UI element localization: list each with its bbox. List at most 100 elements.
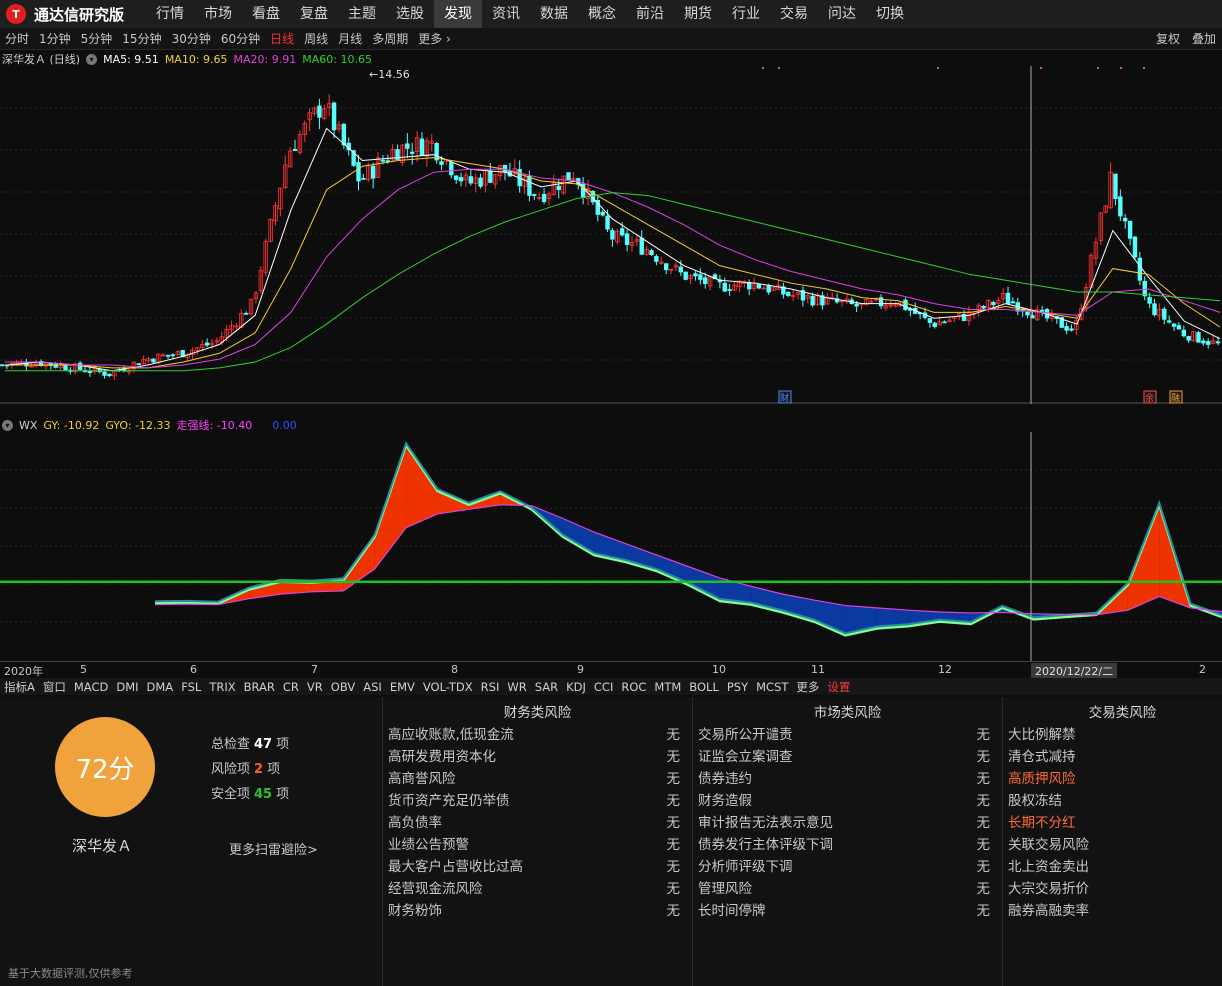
menu-item-9[interactable]: 概念: [578, 0, 626, 28]
app-logo-icon[interactable]: T: [6, 4, 26, 24]
indicator-tab-18[interactable]: CCI: [590, 680, 617, 694]
indicator-tab-11[interactable]: ASI: [359, 680, 386, 694]
risk-row[interactable]: 交易所公开谴责 无: [698, 723, 1002, 745]
menu-item-7[interactable]: 资讯: [482, 0, 530, 28]
menu-item-6[interactable]: 发现: [434, 0, 483, 28]
risk-row[interactable]: 财务粉饰 无: [388, 899, 692, 921]
menu-item-10[interactable]: 前沿: [626, 0, 674, 28]
indicator-tab-23[interactable]: MCST: [752, 680, 792, 694]
menu-item-14[interactable]: 问达: [818, 0, 866, 28]
indicator-tab-3[interactable]: DMI: [112, 680, 142, 694]
risk-row[interactable]: 长时间停牌 无: [698, 899, 1002, 921]
indicator-tab-19[interactable]: ROC: [617, 680, 650, 694]
risk-column-1: 市场类风险 交易所公开谴责无证监会立案调查无债券违约无财务造假无审计报告无法表示意…: [693, 697, 1003, 986]
risk-row[interactable]: 股权冻结无: [1008, 789, 1222, 811]
menu-item-15[interactable]: 切换: [866, 0, 914, 28]
indicator-tab-12[interactable]: EMV: [386, 680, 419, 694]
indicator-tab-16[interactable]: SAR: [531, 680, 562, 694]
toolbar-right-0[interactable]: 复权: [1150, 30, 1186, 47]
candle-body: [991, 301, 996, 306]
risk-row[interactable]: 高应收账款,低现金流 无: [388, 723, 692, 745]
risk-row[interactable]: 分析师评级下调 无: [698, 855, 1002, 877]
candle-body: [654, 255, 659, 262]
menu-item-3[interactable]: 复盘: [290, 0, 338, 28]
indicator-toggle-icon[interactable]: ▾: [2, 419, 13, 431]
indicator-tab-2[interactable]: MACD: [70, 680, 112, 694]
risk-row[interactable]: 大宗交易折价无: [1008, 877, 1222, 899]
indicator-tab-25[interactable]: 设置: [823, 679, 854, 695]
risk-row[interactable]: 货币资产充足仍举债 无: [388, 789, 692, 811]
legend-toggle-icon[interactable]: ▾: [86, 53, 98, 65]
kline-chart[interactable]: ←14.56 财 余 融: [0, 66, 1222, 404]
risk-row[interactable]: 财务造假 无: [698, 789, 1002, 811]
risk-row[interactable]: 业绩公告预警 无: [388, 833, 692, 855]
candle-body: [786, 291, 791, 297]
period-4[interactable]: 30分钟: [167, 30, 216, 47]
menu-item-12[interactable]: 行业: [722, 0, 770, 28]
risk-row[interactable]: 高商誉风险 无: [388, 767, 692, 789]
indicator-tab-5[interactable]: FSL: [177, 680, 205, 694]
toolbar-right-1[interactable]: 叠加: [1186, 30, 1222, 47]
risk-row[interactable]: 证监会立案调查 无: [698, 745, 1002, 767]
more-scan-link[interactable]: 更多扫雷避险>: [229, 839, 318, 858]
risk-row[interactable]: 高质押风险✕: [1008, 767, 1222, 789]
wx-indicator-chart[interactable]: [0, 432, 1222, 661]
risk-row[interactable]: 北上资金卖出无: [1008, 855, 1222, 877]
risk-row[interactable]: 最大客户占营收比过高 无: [388, 855, 692, 877]
indicator-tab-15[interactable]: WR: [503, 680, 530, 694]
period-2[interactable]: 5分钟: [76, 30, 118, 47]
risk-row[interactable]: 高研发费用资本化 无: [388, 745, 692, 767]
menu-item-1[interactable]: 市场: [194, 0, 242, 28]
menu-item-8[interactable]: 数据: [530, 0, 578, 28]
indicator-tab-13[interactable]: VOL-TDX: [419, 680, 477, 694]
indicator-tab-8[interactable]: CR: [279, 680, 303, 694]
risk-row[interactable]: 高负债率 无: [388, 811, 692, 833]
indicator-tab-10[interactable]: OBV: [327, 680, 359, 694]
risk-row[interactable]: 债券违约 无: [698, 767, 1002, 789]
risk-row[interactable]: 管理风险 无: [698, 877, 1002, 899]
menu-item-4[interactable]: 主题: [338, 0, 386, 28]
indicator-tab-24[interactable]: 更多: [792, 679, 823, 695]
period-3[interactable]: 15分钟: [117, 30, 166, 47]
indicator-tab-17[interactable]: KDJ: [562, 680, 590, 694]
risk-row[interactable]: 融券高融卖率无: [1008, 899, 1222, 921]
period-7[interactable]: 周线: [299, 30, 333, 47]
indicator-tab-6[interactable]: TRIX: [205, 680, 239, 694]
candle-body: [532, 194, 537, 196]
risk-column-title: 财务类风险: [503, 705, 572, 721]
date-tick-4: 8: [451, 663, 458, 676]
risk-row[interactable]: 长期不分红✕: [1008, 811, 1222, 833]
indicator-tab-14[interactable]: RSI: [477, 680, 504, 694]
risk-row[interactable]: 清仓式减持无: [1008, 745, 1222, 767]
risk-row[interactable]: 大比例解禁无: [1008, 723, 1222, 745]
risk-row[interactable]: 经营现金流风险 无: [388, 877, 692, 899]
risk-row[interactable]: 债券发行主体评级下调 无: [698, 833, 1002, 855]
period-10[interactable]: 更多 ›: [413, 30, 456, 47]
period-1[interactable]: 1分钟: [34, 30, 76, 47]
menu-item-2[interactable]: 看盘: [242, 0, 290, 28]
indicator-tab-4[interactable]: DMA: [143, 680, 178, 694]
risk-label: 管理风险: [698, 881, 752, 897]
menu-item-0[interactable]: 行情: [146, 0, 194, 28]
risk-column-0: 财务类风险高应收账款,低现金流无高研发费用资本化无高商誉风险无货币资产充足仍举债…: [383, 697, 693, 986]
candle-body: [605, 215, 610, 230]
period-0[interactable]: 分时: [0, 30, 34, 47]
indicator-tab-22[interactable]: PSY: [723, 680, 752, 694]
menu-item-5[interactable]: 选股: [386, 0, 434, 28]
indicator-tab-7[interactable]: BRAR: [240, 680, 279, 694]
indicator-tab-9[interactable]: VR: [303, 680, 327, 694]
indicator-tab-21[interactable]: BOLL: [685, 680, 723, 694]
period-8[interactable]: 月线: [333, 30, 367, 47]
risk-row[interactable]: 审计报告无法表示意见 无: [698, 811, 1002, 833]
menu-item-13[interactable]: 交易: [770, 0, 818, 28]
period-5[interactable]: 60分钟: [216, 30, 265, 47]
risk-label: 审计报告无法表示意见: [698, 815, 833, 831]
risk-row[interactable]: 关联交易风险无: [1008, 833, 1222, 855]
indicator-tab-20[interactable]: MTM: [650, 680, 685, 694]
risk-label: 清仓式减持: [1008, 749, 1076, 765]
menu-item-11[interactable]: 期货: [674, 0, 722, 28]
period-6[interactable]: 日线: [265, 30, 299, 47]
period-9[interactable]: 多周期: [367, 30, 413, 47]
indicator-tab-0[interactable]: 指标A: [0, 679, 39, 695]
indicator-tab-1[interactable]: 窗口: [39, 679, 70, 695]
